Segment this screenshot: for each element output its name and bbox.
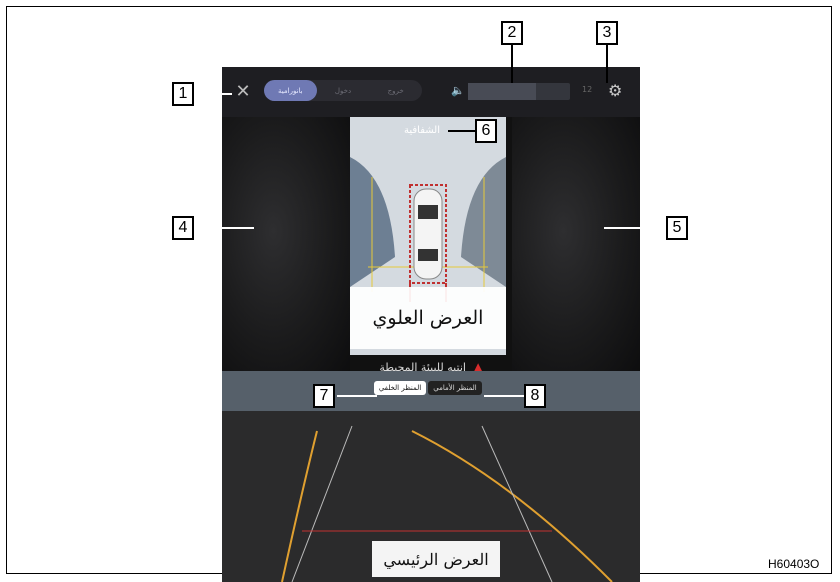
callout-5-line (604, 227, 666, 229)
panorama-area: العرض العلوي الشفافية (222, 117, 640, 371)
callout-2-line (511, 45, 513, 83)
main-view-label: العرض الرئيسي (372, 541, 500, 577)
gear-icon[interactable]: ⚙ (608, 81, 622, 100)
speaker-mute-icon[interactable]: 🔈 (451, 84, 465, 97)
main-camera-view: المنظر الخلفي المنظر الأمامي العرض الرئي… (222, 371, 640, 582)
tab-rear-view[interactable]: المنظر الخلفي (374, 381, 426, 395)
callout-4-line (196, 227, 254, 229)
volume-value: 12 (582, 85, 593, 94)
tab-entry[interactable]: دخول (317, 80, 370, 101)
callout-5: 5 (666, 216, 688, 240)
callout-6: 6 (475, 119, 497, 143)
close-icon[interactable]: ✕ (232, 81, 254, 103)
view-mode-switch: بانورامية دخول خروج (264, 80, 422, 101)
callout-2: 2 (501, 21, 523, 45)
callout-3: 3 (596, 21, 618, 45)
tab-exit[interactable]: خروج (369, 80, 422, 101)
callout-1: 1 (172, 82, 194, 106)
top-view[interactable]: العرض العلوي (350, 117, 506, 355)
tab-front-view[interactable]: المنظر الأمامي (428, 381, 482, 395)
callout-1-line (196, 93, 232, 95)
volume-fill (468, 83, 537, 100)
camera-screen: ✕ بانورامية دخول خروج 🔈 12 ⚙ العرض العلو… (222, 67, 640, 582)
callout-7-line (337, 395, 377, 397)
callout-8: 8 (524, 384, 546, 408)
figure-code: H60403O (768, 557, 820, 571)
callout-4: 4 (172, 216, 194, 240)
callout-7: 7 (313, 384, 335, 408)
transparency-label[interactable]: الشفافية (404, 125, 440, 136)
right-camera-view (512, 117, 640, 371)
top-bar: ✕ بانورامية دخول خروج 🔈 12 ⚙ (222, 67, 640, 117)
volume-slider[interactable] (468, 83, 570, 100)
left-camera-view (222, 117, 350, 371)
tab-panoramic[interactable]: بانورامية (264, 80, 317, 101)
callout-6-line (448, 130, 475, 132)
top-view-label: العرض العلوي (350, 287, 506, 349)
callout-8-line (484, 395, 524, 397)
callout-3-line (606, 45, 608, 83)
